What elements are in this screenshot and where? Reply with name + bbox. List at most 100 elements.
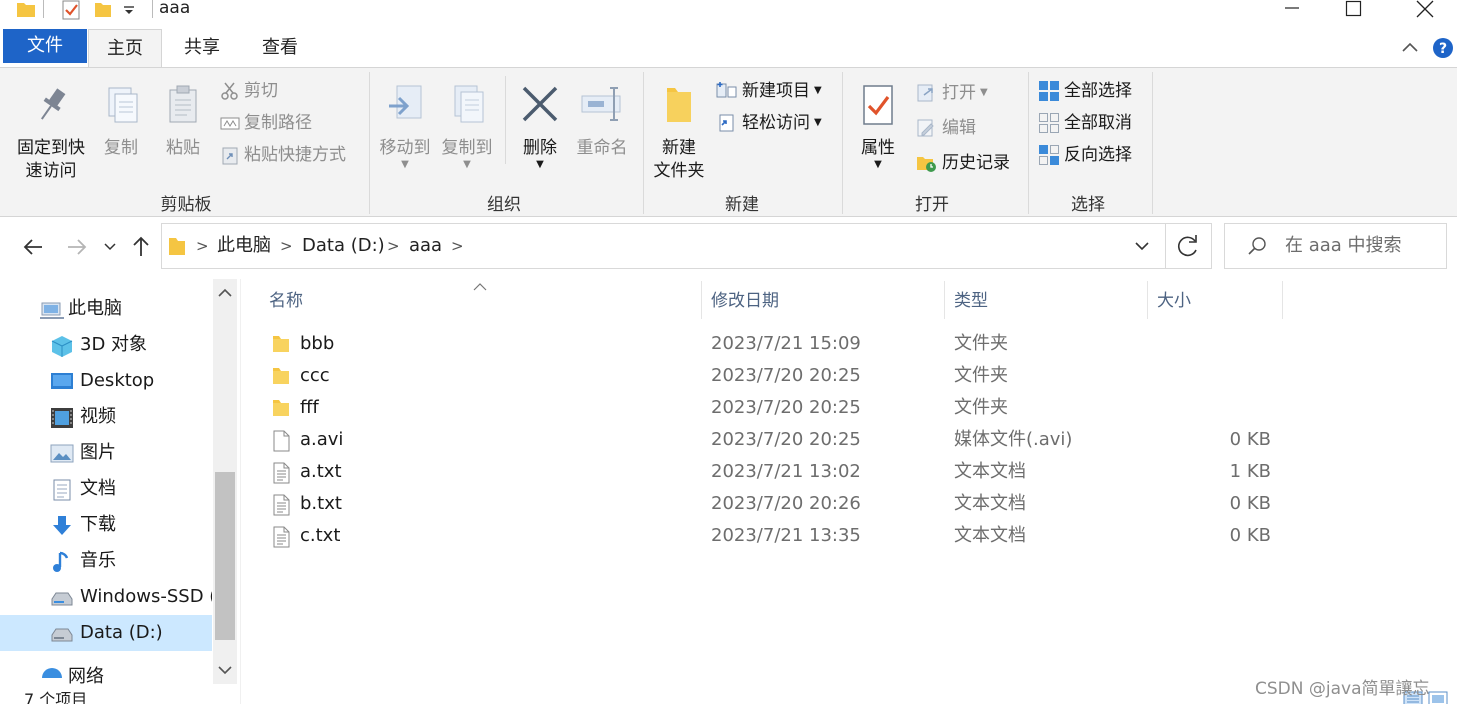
quick-access-divider [43, 0, 44, 18]
new-item-button[interactable]: 新建项目 ▼ [716, 77, 822, 105]
window-title: aaa [159, 0, 191, 18]
history-icon [917, 157, 936, 172]
clipboard-group-label: 剪贴板 [160, 195, 212, 215]
rename-button[interactable]: 重命名 [572, 82, 632, 160]
title-bar: aaa [0, 0, 1457, 28]
paste-button[interactable]: 粘贴 [158, 82, 208, 160]
nav-item-this-pc[interactable]: 此电脑 [0, 291, 212, 327]
open-button[interactable]: 打开 ▼ [916, 79, 988, 107]
address-bar[interactable]: > 此电脑 > Data (D:) > aaa > [161, 223, 1166, 269]
cut-button[interactable]: 剪切 [220, 77, 278, 105]
pin-to-quick-access-button[interactable]: 固定到快 速访问 [10, 82, 92, 183]
nav-item-documents[interactable]: 文档 [0, 471, 212, 507]
forward-arrow-icon[interactable] [64, 234, 90, 260]
scroll-up-arrow-icon[interactable] [217, 285, 233, 304]
search-placeholder: 在 aaa 中搜索 [1285, 235, 1402, 256]
recent-locations-chevron-icon[interactable] [102, 234, 118, 260]
up-arrow-icon[interactable] [128, 234, 154, 260]
move-to-button[interactable]: 移动到 ▼ [376, 82, 434, 170]
file-row-ccc[interactable]: ccc 2023/7/20 20:25 文件夹 [261, 360, 1301, 392]
breadcrumb-this-pc[interactable]: 此电脑 [217, 224, 271, 268]
help-icon[interactable]: ? [1432, 37, 1454, 63]
breadcrumb-separator-icon: > [280, 237, 293, 255]
copy-to-button[interactable]: 复制到 ▼ [438, 82, 496, 170]
ribbon-divider [369, 72, 370, 214]
file-row-fff[interactable]: fff 2023/7/20 20:25 文件夹 [261, 392, 1301, 424]
rename-icon [581, 87, 621, 121]
ribbon-tabs: 文件 主页 共享 查看 ? [0, 29, 1457, 68]
invert-selection-icon [1039, 145, 1059, 165]
nav-pane-scrollbar[interactable] [213, 279, 237, 684]
file-row-a-txt[interactable]: a.txt 2023/7/21 13:02 文本文档 1 KB [261, 456, 1301, 488]
search-input[interactable]: 在 aaa 中搜索 [1224, 223, 1447, 269]
delete-x-icon [522, 86, 558, 122]
ribbon-divider [505, 76, 506, 164]
maximize-button[interactable] [1330, 0, 1376, 18]
nav-item-3d-objects[interactable]: 3D 对象 [0, 327, 212, 363]
tab-share[interactable]: 共享 [166, 29, 238, 67]
customize-quick-access-icon[interactable] [122, 2, 136, 22]
column-header-name[interactable]: 名称 [269, 283, 303, 319]
copy-icon [108, 87, 138, 123]
nav-item-data-drive[interactable]: Data (D:) [0, 615, 212, 651]
breadcrumb-data-drive[interactable]: Data (D:) [302, 224, 385, 268]
easy-access-button[interactable]: 轻松访问 ▼ [716, 109, 822, 137]
column-divider[interactable] [701, 281, 702, 319]
collapse-ribbon-icon[interactable] [1400, 39, 1420, 59]
nav-item-downloads[interactable]: 下载 [0, 507, 212, 543]
nav-item-windows-ssd[interactable]: Windows-SSD ( [0, 579, 212, 615]
new-item-icon [716, 82, 737, 98]
3d-objects-icon [50, 334, 74, 363]
sort-ascending-icon [472, 277, 488, 296]
navigation-bar: > 此电脑 > Data (D:) > aaa > 在 aaa 中搜索 [0, 217, 1457, 277]
delete-button[interactable]: 删除 ▼ [516, 82, 564, 170]
breadcrumb-aaa[interactable]: aaa [409, 224, 442, 268]
minimize-button[interactable] [1268, 0, 1314, 18]
new-folder-button[interactable]: 新建 文件夹 [648, 82, 710, 183]
ribbon-divider [1152, 72, 1153, 214]
ribbon-divider [643, 72, 644, 214]
invert-selection-button[interactable]: 反向选择 [1038, 141, 1132, 169]
nav-item-pictures[interactable]: 图片 [0, 435, 212, 471]
easy-access-dropdown-icon: ▼ [814, 117, 822, 128]
select-none-button[interactable]: 全部取消 [1038, 109, 1132, 137]
refresh-button[interactable] [1166, 223, 1212, 269]
scrollbar-thumb[interactable] [215, 472, 235, 640]
scroll-down-arrow-icon[interactable] [217, 662, 233, 681]
column-divider[interactable] [1282, 281, 1283, 319]
blank-file-icon [271, 430, 291, 456]
nav-item-music[interactable]: 音乐 [0, 543, 212, 579]
nav-item-desktop[interactable]: Desktop [0, 363, 212, 399]
large-icons-view-icon[interactable] [1428, 690, 1448, 704]
column-header-size[interactable]: 大小 [1157, 283, 1191, 319]
paste-shortcut-button[interactable]: 粘贴快捷方式 [220, 141, 346, 169]
nav-item-videos[interactable]: 视频 [0, 399, 212, 435]
navigation-pane: 此电脑 3D 对象 Desktop 视频 图片 文档 下载 音乐 Windows… [0, 279, 237, 704]
properties-button[interactable]: 属性 ▼ [853, 82, 903, 170]
organize-group-label: 组织 [487, 195, 521, 215]
new-folder-quick-icon[interactable] [94, 0, 112, 20]
pin-icon [41, 88, 66, 120]
back-arrow-icon[interactable] [20, 234, 46, 260]
breadcrumb-separator-icon: > [387, 237, 400, 255]
edit-button[interactable]: 编辑 [916, 114, 976, 142]
column-divider[interactable] [944, 281, 945, 319]
tab-file[interactable]: 文件 [3, 29, 87, 63]
address-history-chevron-icon[interactable] [1132, 236, 1152, 260]
file-row-b-txt[interactable]: b.txt 2023/7/20 20:26 文本文档 0 KB [261, 488, 1301, 520]
column-header-date[interactable]: 修改日期 [711, 283, 779, 319]
file-row-a-avi[interactable]: a.avi 2023/7/20 20:25 媒体文件(.avi) 0 KB [261, 424, 1301, 456]
column-header-type[interactable]: 类型 [954, 283, 988, 319]
copy-path-button[interactable]: 复制路径 [220, 109, 312, 137]
copy-button[interactable]: 复制 [98, 82, 144, 160]
tab-home[interactable]: 主页 [88, 29, 162, 68]
history-button[interactable]: 历史记录 [916, 149, 1010, 177]
tab-view[interactable]: 查看 [244, 29, 316, 67]
properties-quick-icon[interactable] [62, 0, 80, 20]
file-row-bbb[interactable]: bbb 2023/7/21 15:09 文件夹 [261, 328, 1301, 360]
new-item-dropdown-icon: ▼ [814, 85, 822, 96]
select-all-button[interactable]: 全部选择 [1038, 77, 1132, 105]
column-divider[interactable] [1147, 281, 1148, 319]
close-button[interactable] [1402, 0, 1448, 18]
file-row-c-txt[interactable]: c.txt 2023/7/21 13:35 文本文档 0 KB [261, 520, 1301, 552]
